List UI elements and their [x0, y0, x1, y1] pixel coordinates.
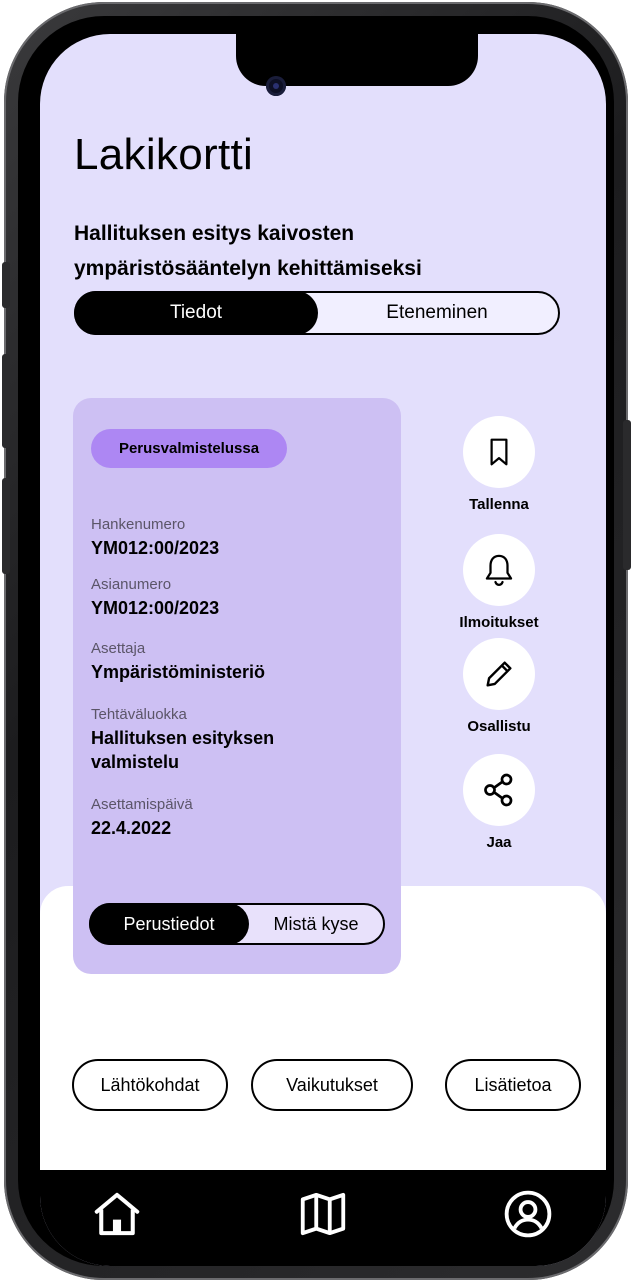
nav-home[interactable] — [89, 1186, 145, 1242]
lisatietoa-button[interactable]: Lisätietoa — [445, 1059, 581, 1111]
mute-switch — [2, 262, 10, 308]
volume-down-button — [2, 478, 10, 574]
field-value-asettaja: Ympäristöministeriö — [91, 662, 266, 682]
field-value-tehtavaluokka: Hallituksen esityksen valmistelu — [91, 728, 275, 772]
field-value-hankenumero: YM012:00/2023 — [91, 538, 220, 558]
tab-mista-kyse[interactable]: Mistä kyse — [249, 905, 383, 943]
card-tab-toggle: Perustiedot Mistä kyse — [89, 903, 385, 945]
tab-eteneminen[interactable]: Eteneminen — [316, 293, 558, 333]
bell-icon — [485, 554, 513, 587]
share-button[interactable] — [463, 754, 535, 826]
field-value-asianumero: YM012:00/2023 — [91, 598, 220, 618]
law-info-card: Perusvalmistelussa Hankenumero YM012:00/… — [73, 398, 401, 974]
nav-profile[interactable] — [500, 1186, 556, 1242]
field-label-asettamispaiva: Asettamispäivä — [91, 796, 193, 813]
home-icon — [94, 1192, 140, 1236]
field-value-asettamispaiva: 22.4.2022 — [91, 818, 172, 838]
share-label: Jaa — [486, 834, 512, 851]
notifications-label: Ilmoitukset — [459, 614, 539, 631]
power-button — [623, 420, 631, 570]
bookmark-icon — [490, 438, 508, 466]
lahtokohdat-button[interactable]: Lähtökohdat — [72, 1059, 228, 1111]
pencil-icon — [486, 661, 512, 687]
field-label-tehtavaluokka: Tehtäväluokka — [91, 706, 187, 723]
volume-up-button — [2, 354, 10, 448]
save-button[interactable] — [463, 416, 535, 488]
share-icon — [484, 773, 513, 807]
field-label-hankenumero: Hankenumero — [91, 516, 186, 533]
participate-button[interactable] — [463, 638, 535, 710]
participate-action[interactable]: Osallistu — [444, 638, 554, 735]
nav-map[interactable] — [295, 1186, 351, 1242]
vaikutukset-button[interactable]: Vaikutukset — [251, 1059, 413, 1111]
main-tab-toggle: Tiedot Eteneminen — [74, 291, 560, 335]
bottom-nav-bar — [40, 1170, 606, 1266]
status-badge: Perusvalmistelussa — [91, 429, 287, 468]
save-label: Tallenna — [469, 496, 529, 513]
app-screen: Lakikortti Hallituksen esitys kaivosten … — [40, 34, 606, 1266]
participate-label: Osallistu — [467, 718, 531, 735]
field-label-asianumero: Asianumero — [91, 576, 172, 593]
share-action[interactable]: Jaa — [444, 754, 554, 851]
save-action[interactable]: Tallenna — [444, 416, 554, 513]
page-title: Lakikortti — [74, 130, 254, 179]
law-title: Hallituksen esitys kaivosten ympäristösä… — [74, 222, 422, 280]
notifications-action[interactable]: Ilmoitukset — [444, 534, 554, 631]
tab-tiedot[interactable]: Tiedot — [74, 291, 318, 335]
notifications-button[interactable] — [463, 534, 535, 606]
front-camera — [266, 76, 286, 96]
tab-perustiedot[interactable]: Perustiedot — [89, 903, 249, 945]
profile-icon — [504, 1190, 552, 1238]
field-label-asettaja: Asettaja — [91, 640, 146, 657]
map-icon — [300, 1192, 346, 1236]
